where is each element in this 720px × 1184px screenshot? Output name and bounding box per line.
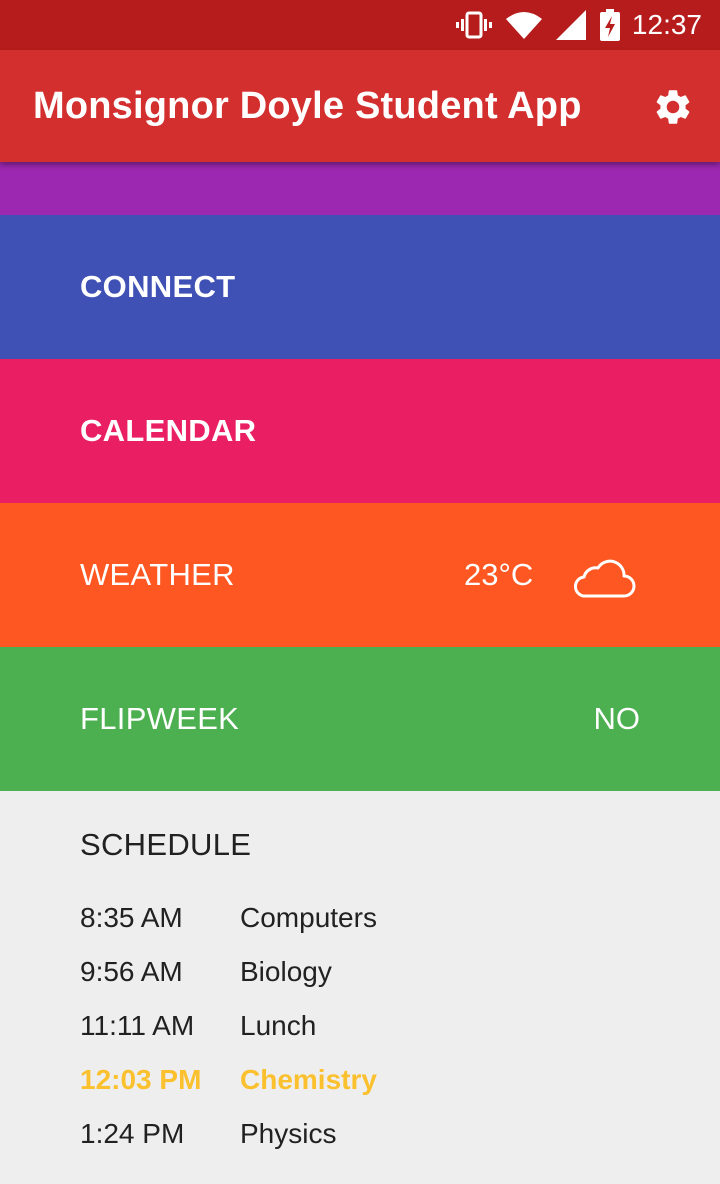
schedule-row: 9:56 AM Biology <box>80 945 377 999</box>
schedule-subject: Biology <box>240 956 332 987</box>
schedule-heading: SCHEDULE <box>80 827 252 862</box>
status-clock: 12:37 <box>631 9 702 40</box>
schedule-list: 8:35 AM Computers 9:56 AM Biology 11:11 … <box>80 891 377 1161</box>
schedule-time: 9:56 AM <box>80 956 183 987</box>
flipweek-tile[interactable]: FLIPWEEK NO <box>0 647 720 791</box>
battery-charging-icon <box>599 9 620 41</box>
app-title: Monsignor Doyle Student App <box>33 85 582 127</box>
schedule-section: SCHEDULE 8:35 AM Computers 9:56 AM Biolo… <box>0 791 720 1184</box>
schedule-row: 8:35 AM Computers <box>80 891 377 945</box>
calendar-label: CALENDAR <box>80 413 257 448</box>
flipweek-label: FLIPWEEK <box>80 701 240 736</box>
app-bar: Monsignor Doyle Student App <box>0 50 720 162</box>
vibrate-icon <box>455 11 492 39</box>
schedule-subject: Chemistry <box>240 1064 377 1095</box>
weather-temperature: 23°C <box>464 557 534 592</box>
schedule-time: 12:03 PM <box>80 1064 202 1095</box>
connect-tile[interactable]: CONNECT <box>0 215 720 359</box>
schedule-row: 11:11 AM Lunch <box>80 999 377 1053</box>
flipweek-value: NO <box>593 701 641 736</box>
schedule-time: 8:35 AM <box>80 902 183 933</box>
connect-label: CONNECT <box>80 269 236 304</box>
schedule-subject: Computers <box>240 902 377 933</box>
weather-label: WEATHER <box>80 557 235 592</box>
schedule-subject: Physics <box>240 1118 337 1149</box>
accent-band <box>0 162 720 215</box>
settings-gear-icon[interactable] <box>652 86 694 128</box>
calendar-tile[interactable]: CALENDAR <box>0 359 720 503</box>
schedule-time: 11:11 AM <box>80 1010 195 1041</box>
weather-tile[interactable]: WEATHER 23°C <box>0 503 720 647</box>
wifi-icon <box>505 12 542 39</box>
schedule-time: 1:24 PM <box>80 1118 185 1149</box>
cloud-icon <box>574 559 636 598</box>
signal-icon <box>555 10 586 40</box>
status-bar: 12:37 <box>0 0 720 50</box>
schedule-row: 1:24 PM Physics <box>80 1107 377 1161</box>
schedule-subject: Lunch <box>240 1010 317 1041</box>
schedule-row-current: 12:03 PM Chemistry <box>80 1053 377 1107</box>
